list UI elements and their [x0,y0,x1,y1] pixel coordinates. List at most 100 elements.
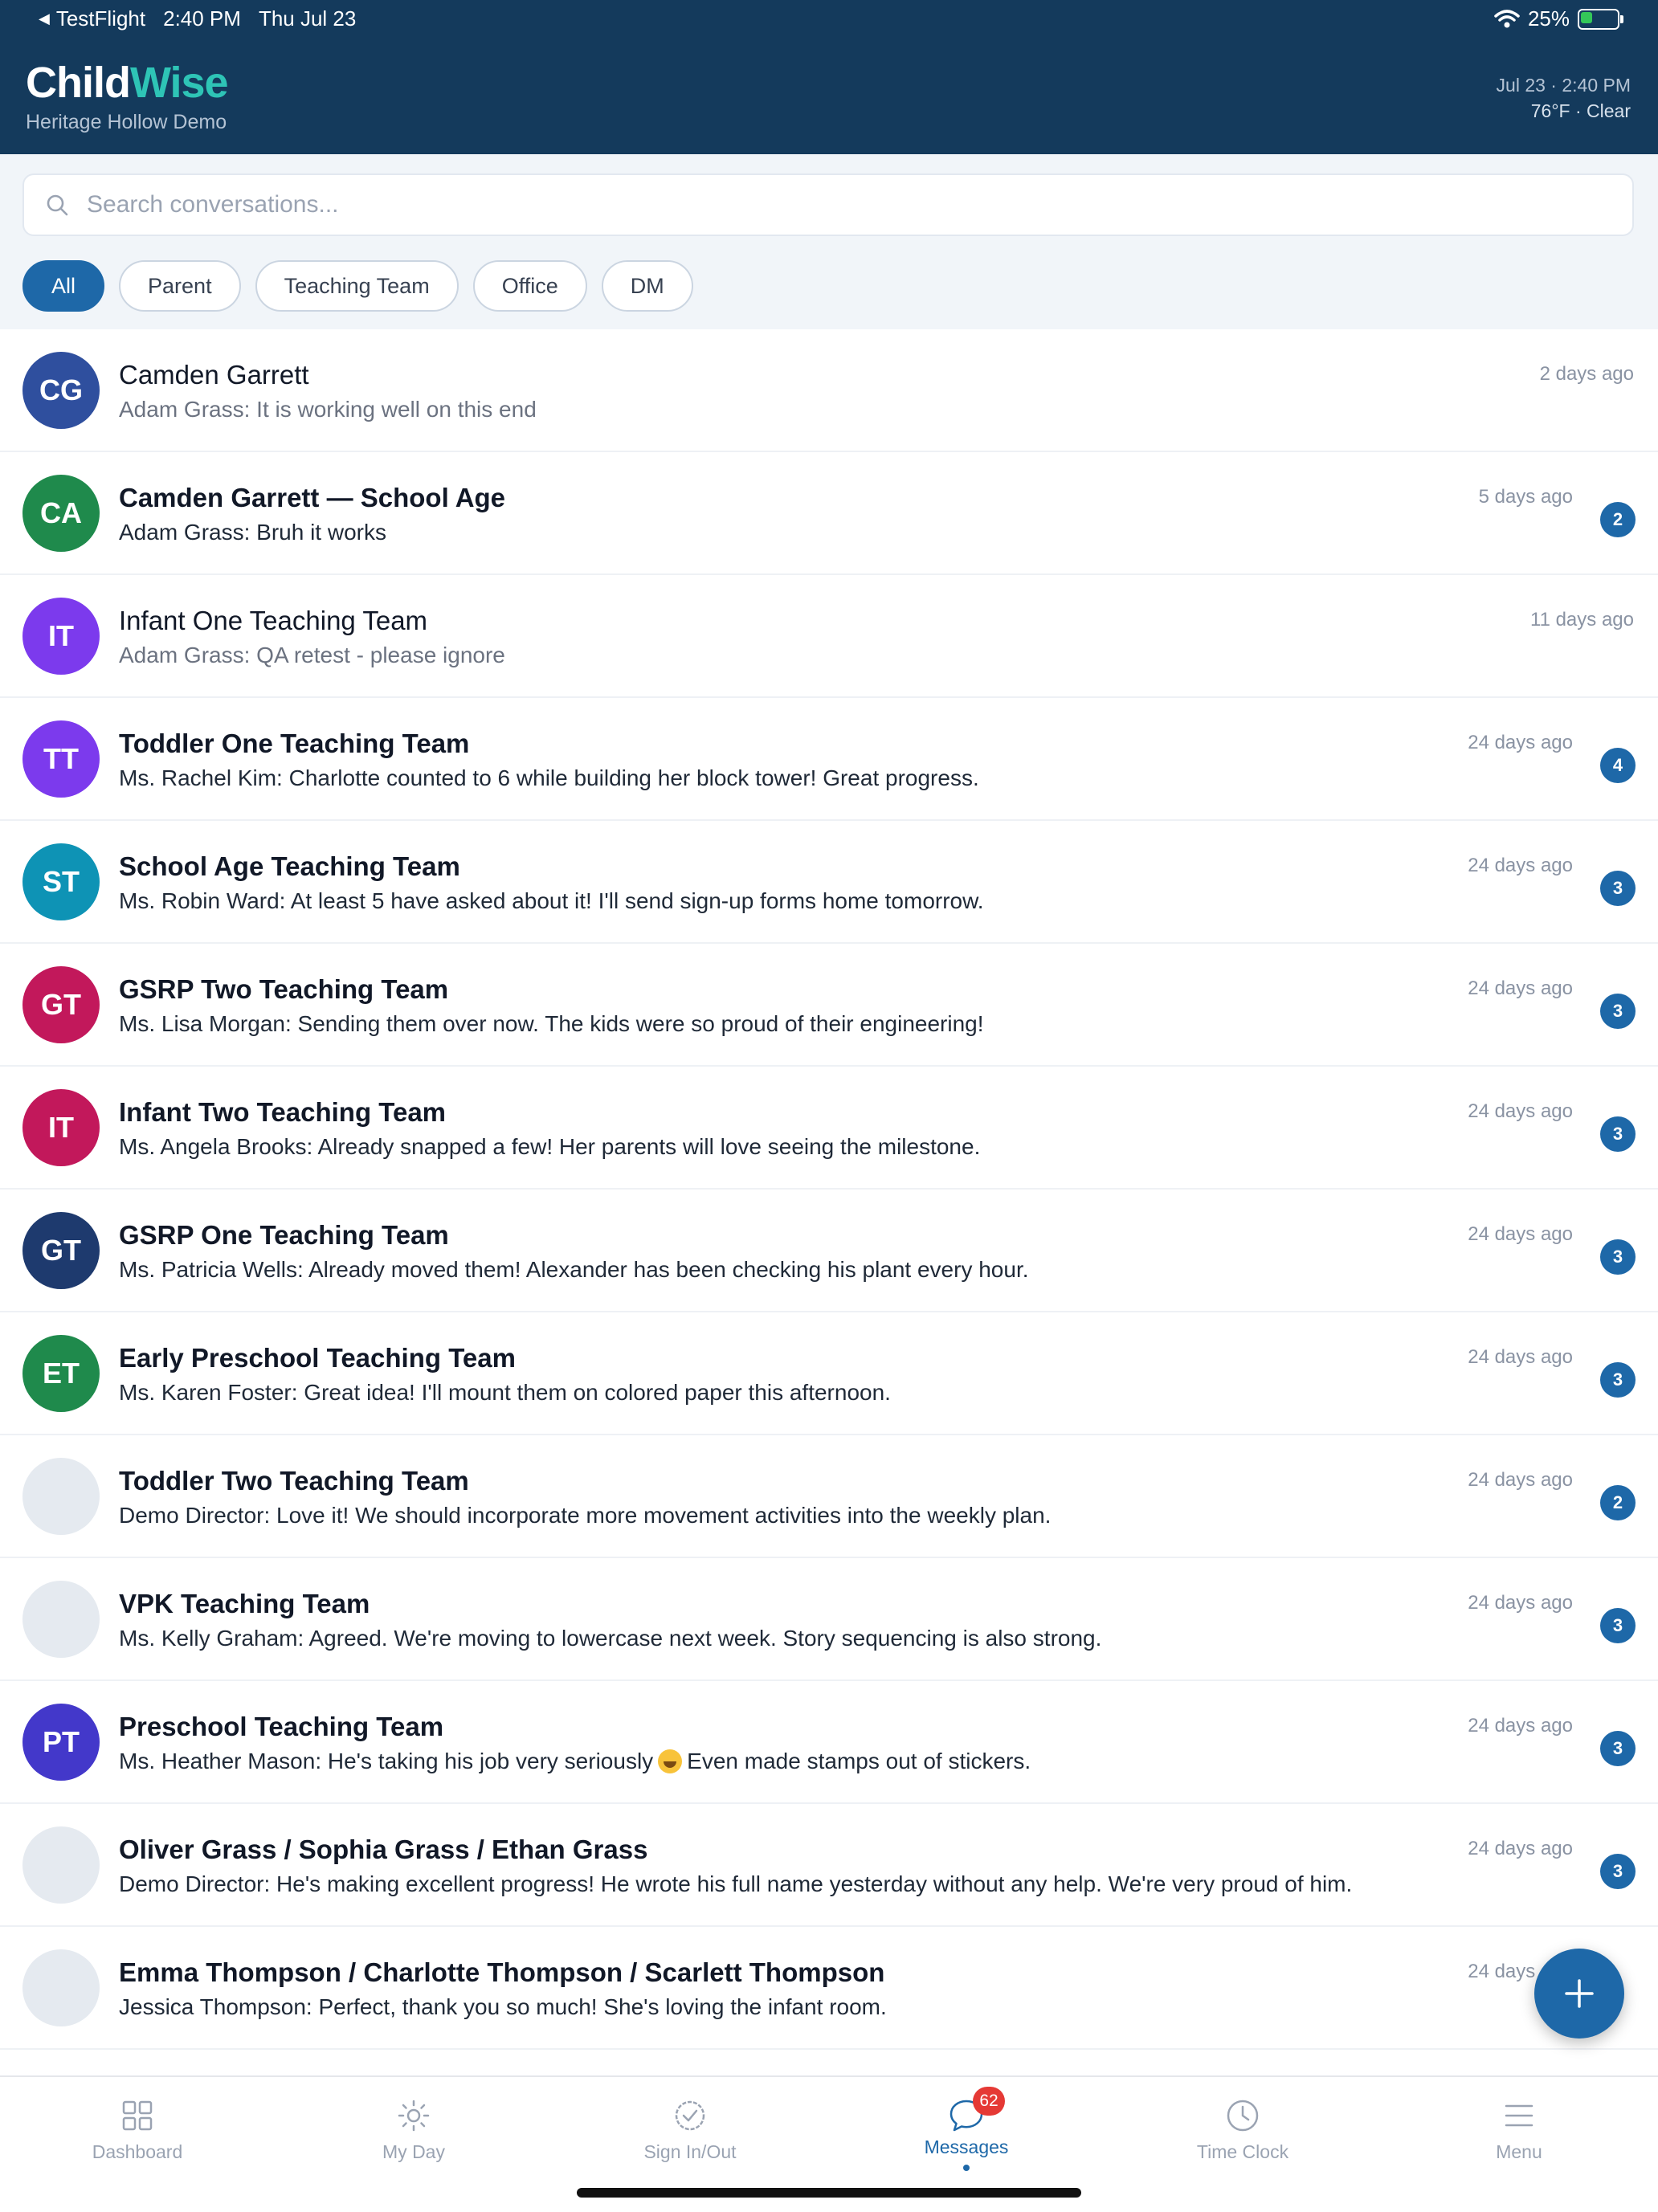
message-preview-text: Ms. Rachel Kim: Charlotte counted to 6 w… [119,765,979,790]
grinning-emoji-icon [658,1749,683,1773]
unread-count-badge: 3 [1600,1116,1636,1152]
tab-menu[interactable]: Menu [1439,2096,1599,2163]
message-preview: Demo Director: Love it! We should incorp… [119,1503,1051,1528]
conversation-row[interactable]: ST School Age Teaching Team Ms. Robin Ward… [0,821,1658,944]
unread-count-badge: 3 [1600,1608,1636,1643]
unread-count-badge: 3 [1600,994,1636,1029]
avatar: CA [22,475,100,552]
message-preview: Adam Grass: It is working well on this e… [119,397,537,422]
app-logo: ChildWise [26,59,229,107]
conversation-row[interactable]: TT Toddler One Teaching Team Ms. Rachel Ki… [0,698,1658,821]
wifi-icon [1494,9,1520,27]
filter-chip-dm[interactable]: DM [601,260,693,312]
conversation-timestamp: 11 days ago [1530,609,1634,631]
conversation-row[interactable]: PT Preschool Teaching Team Ms. Heather Mas… [0,1681,1658,1804]
message-preview: Ms. Robin Ward: At least 5 have asked ab… [119,888,984,914]
message-preview: Ms. Patricia Wells: Already moved them! … [119,1257,1029,1283]
message-preview: Demo Director: He's making excellent pro… [119,1871,1352,1897]
tab-my-day-label: My Day [382,2141,445,2162]
message-preview-text: Ms. Kelly Graham: Agreed. We're moving t… [119,1626,1102,1651]
filter-chip-all[interactable]: All [22,260,105,312]
new-conversation-button[interactable] [1534,1949,1624,2039]
message-preview: Adam Grass: Bruh it works [119,520,386,545]
unread-count-badge: 3 [1600,1731,1636,1766]
app-header: ◀ TestFlight 2:40 PM Thu Jul 23 25% Chil… [0,0,1658,154]
message-preview: Ms. Angela Brooks: Already snapped a few… [119,1134,980,1160]
avatar: ET [22,1335,100,1412]
filter-chips: All Parent Teaching Team Office DM [22,260,693,312]
message-preview-text-continued: Even made stamps out of stickers. [687,1749,1031,1773]
conversation-row[interactable]: ET Early Preschool Teaching Team Ms. Karen… [0,1312,1658,1435]
avatar: ST [22,843,100,920]
conversation-name: Early Preschool Teaching Team [119,1343,516,1373]
conversation-timestamp: 24 days ago [1468,1838,1573,1859]
conversation-name: Camden Garrett — School Age [119,483,506,512]
conversation-row[interactable]: IT Infant One Teaching Team Adam Grass: QA… [0,575,1658,698]
message-preview-text: Adam Grass: QA retest - please ignore [119,643,505,667]
conversation-name: GSRP Two Teaching Team [119,974,449,1004]
center-name: Heritage Hollow Demo [26,111,227,133]
header-datetime: Jul 23 · 2:40 PM [1496,75,1631,96]
search-bar[interactable] [22,173,1634,236]
message-preview-text: Ms. Angela Brooks: Already snapped a few… [119,1134,981,1159]
status-date: Thu Jul 23 [258,6,357,31]
avatar: GT [22,966,100,1043]
conversation-row[interactable]: GT GSRP One Teaching Team Ms. Patricia Wel… [0,1190,1658,1312]
conversation-row[interactable]: VPK Teaching Team Ms. Kelly Graham: Agree… [0,1558,1658,1681]
avatar: PT [22,1704,100,1781]
avatar: CG [22,352,100,429]
conversation-row[interactable]: CG Camden Garrett Adam Grass: It is workin… [0,329,1658,452]
tab-messages[interactable]: 62 Messages [886,2087,1047,2171]
unread-count-badge: 2 [1600,502,1636,537]
unread-count-badge: 2 [1600,1485,1636,1520]
message-preview-text: Ms. Karen Foster: Great idea! I'll mount… [119,1380,891,1405]
tab-dashboard-label: Dashboard [92,2141,183,2162]
message-preview-text: Jessica Thompson: Perfect, thank you so … [119,1994,887,2019]
message-preview: Adam Grass: QA retest - please ignore [119,643,505,668]
conversation-row[interactable]: IT Infant Two Teaching Team Ms. Angela Bro… [0,1067,1658,1190]
search-input[interactable] [85,190,1534,219]
unread-count-badge: 3 [1600,871,1636,906]
message-preview: Ms. Karen Foster: Great idea! I'll mount… [119,1380,891,1406]
conversation-name: Toddler One Teaching Team [119,728,470,758]
conversation-name: VPK Teaching Team [119,1589,370,1618]
avatar [22,1826,100,1904]
avatar: IT [22,598,100,675]
conversation-timestamp: 24 days ago [1468,1592,1573,1614]
avatar: IT [22,1089,100,1166]
tab-dashboard[interactable]: Dashboard [57,2096,218,2163]
conversation-row[interactable]: GT GSRP Two Teaching Team Ms. Lisa Morgan:… [0,944,1658,1067]
dashboard-icon [122,2100,153,2131]
avatar [22,1949,100,2026]
message-preview: Ms. Heather Mason: He's taking his job v… [119,1749,1031,1774]
check-badge-icon [675,2100,705,2131]
conversation-name: Infant One Teaching Team [119,606,428,635]
back-to-testflight-link[interactable]: ◀ TestFlight [39,6,145,31]
unread-count-badge: 3 [1600,1854,1636,1889]
conversation-timestamp: 24 days ago [1468,855,1573,876]
message-preview: Ms. Kelly Graham: Agreed. We're moving t… [119,1626,1101,1651]
conversation-row[interactable]: Toddler Two Teaching Team Demo Director: … [0,1435,1658,1558]
conversation-timestamp: 24 days ago [1468,977,1573,999]
conversation-row[interactable]: Emma Thompson / Charlotte Thompson / Sca… [0,1927,1658,2050]
tab-time-clock-label: Time Clock [1196,2141,1289,2162]
tab-my-day[interactable]: My Day [333,2096,494,2163]
conversation-name: School Age Teaching Team [119,851,460,881]
unread-count-badge: 3 [1600,1239,1636,1275]
unread-count-badge: 3 [1600,1362,1636,1398]
conversation-list[interactable]: CG Camden Garrett Adam Grass: It is workin… [0,329,1658,2075]
conversation-timestamp: 24 days ago [1468,1715,1573,1737]
avatar: TT [22,720,100,798]
message-preview-text: Adam Grass: Bruh it works [119,520,386,545]
conversation-row[interactable]: CA Camden Garrett — School Age Adam Grass:… [0,452,1658,575]
filter-chip-office[interactable]: Office [472,260,587,312]
conversation-row[interactable]: Oliver Grass / Sophia Grass / Ethan Gras… [0,1804,1658,1927]
conversation-name: Toddler Two Teaching Team [119,1466,469,1496]
filter-chip-teaching-team[interactable]: Teaching Team [255,260,459,312]
tab-sign-in-out[interactable]: Sign In/Out [610,2096,770,2163]
message-preview: Ms. Rachel Kim: Charlotte counted to 6 w… [119,765,979,791]
tab-time-clock[interactable]: Time Clock [1162,2096,1323,2163]
filter-chip-parent[interactable]: Parent [119,260,241,312]
active-tab-indicator [963,2165,970,2171]
conversation-name: Camden Garrett [119,360,309,390]
